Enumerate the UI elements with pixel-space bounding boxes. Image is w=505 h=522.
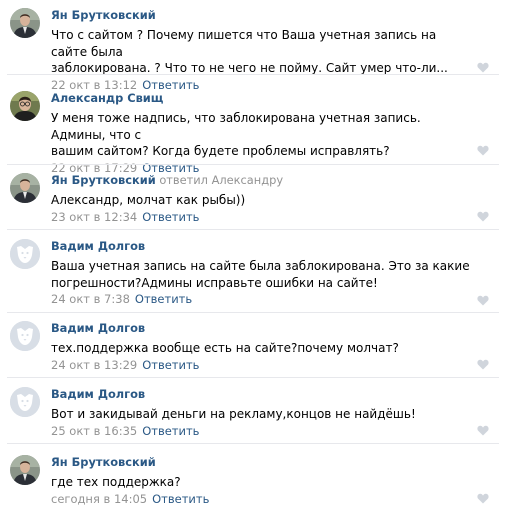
heart-icon[interactable]: [477, 425, 489, 436]
comment-date[interactable]: 23 окт в 12:34: [51, 210, 137, 224]
comment-text: Вот и закидывай деньги на рекламу,концов…: [51, 407, 416, 421]
heart-icon[interactable]: [477, 211, 489, 222]
comment-date[interactable]: 22 окт в 13:12: [51, 78, 137, 92]
default-dog-avatar-icon: [10, 387, 40, 417]
reply-button[interactable]: Ответить: [135, 292, 192, 306]
reply-button[interactable]: Ответить: [142, 210, 199, 224]
avatar[interactable]: [10, 239, 40, 269]
comment-text: У меня тоже надпись, что заблокирована у…: [51, 111, 421, 158]
comment-divider: [7, 443, 499, 444]
heart-icon[interactable]: [477, 145, 489, 156]
comment-item: Ян Брутковский Что с сайтом ? Почему пиш…: [0, 8, 505, 92]
heart-icon[interactable]: [477, 359, 489, 370]
comment-item: Вадим Долгов Вот и закидывай деньги на р…: [0, 387, 505, 444]
comment-item: Александр Свищ У меня тоже надпись, что …: [0, 91, 505, 175]
default-dog-avatar-icon: [10, 321, 40, 351]
comment-author[interactable]: Вадим Долгов: [51, 239, 145, 253]
avatar[interactable]: [10, 387, 40, 417]
comment-item: Вадим Долгов тех.поддержка вообще есть н…: [0, 321, 505, 378]
comment-text: где тех поддержка?: [51, 475, 181, 489]
avatar[interactable]: [10, 8, 40, 38]
avatar[interactable]: [10, 91, 40, 121]
comment-author[interactable]: Ян Брутковский: [51, 8, 156, 22]
comment-item: Ян Брутковский ответил Александру Алекса…: [0, 173, 505, 230]
comment-divider: [7, 229, 499, 230]
heart-icon[interactable]: [477, 295, 489, 306]
comment-divider: [7, 312, 499, 313]
user-photo-icon: [10, 8, 40, 38]
comment-date[interactable]: 25 окт в 16:35: [51, 424, 137, 438]
default-dog-avatar-icon: [10, 239, 40, 269]
user-photo-icon: [10, 455, 40, 485]
comment-text: Ваша учетная запись на сайте была заблок…: [51, 259, 470, 290]
comment-text: Александр, молчат как рыбы)): [51, 193, 246, 207]
reply-button[interactable]: Ответить: [142, 358, 199, 372]
reply-to-note[interactable]: ответил Александру: [159, 173, 283, 187]
comment-text: тех.поддержка вообще есть на сайте?почем…: [51, 341, 399, 355]
user-photo-icon: [10, 91, 40, 121]
comment-author[interactable]: Вадим Долгов: [51, 387, 145, 401]
reply-button[interactable]: Ответить: [142, 78, 199, 92]
comment-divider: [7, 377, 499, 378]
comment-author[interactable]: Александр Свищ: [51, 91, 163, 105]
comment-text: Что с сайтом ? Почему пишется что Ваша у…: [51, 28, 448, 75]
comment-author[interactable]: Ян Брутковский: [51, 455, 156, 469]
avatar[interactable]: [10, 321, 40, 351]
comment-item: Вадим Долгов Ваша учетная запись на сайт…: [0, 239, 505, 313]
comment-item: Ян Брутковский где тех поддержка? сегодн…: [0, 455, 505, 515]
comment-author[interactable]: Вадим Долгов: [51, 321, 145, 335]
avatar[interactable]: [10, 455, 40, 485]
comment-date[interactable]: сегодня в 14:05: [51, 492, 147, 506]
comment-author[interactable]: Ян Брутковский: [51, 173, 156, 187]
comment-divider: [7, 164, 499, 165]
reply-button[interactable]: Ответить: [152, 492, 209, 506]
comment-date[interactable]: 24 окт в 7:38: [51, 292, 130, 306]
avatar[interactable]: [10, 173, 40, 203]
user-photo-icon: [10, 173, 40, 203]
reply-button[interactable]: Ответить: [142, 424, 199, 438]
comment-date[interactable]: 24 окт в 13:29: [51, 358, 137, 372]
heart-icon[interactable]: [477, 493, 489, 504]
heart-icon[interactable]: [477, 62, 489, 73]
comment-divider: [7, 74, 499, 75]
